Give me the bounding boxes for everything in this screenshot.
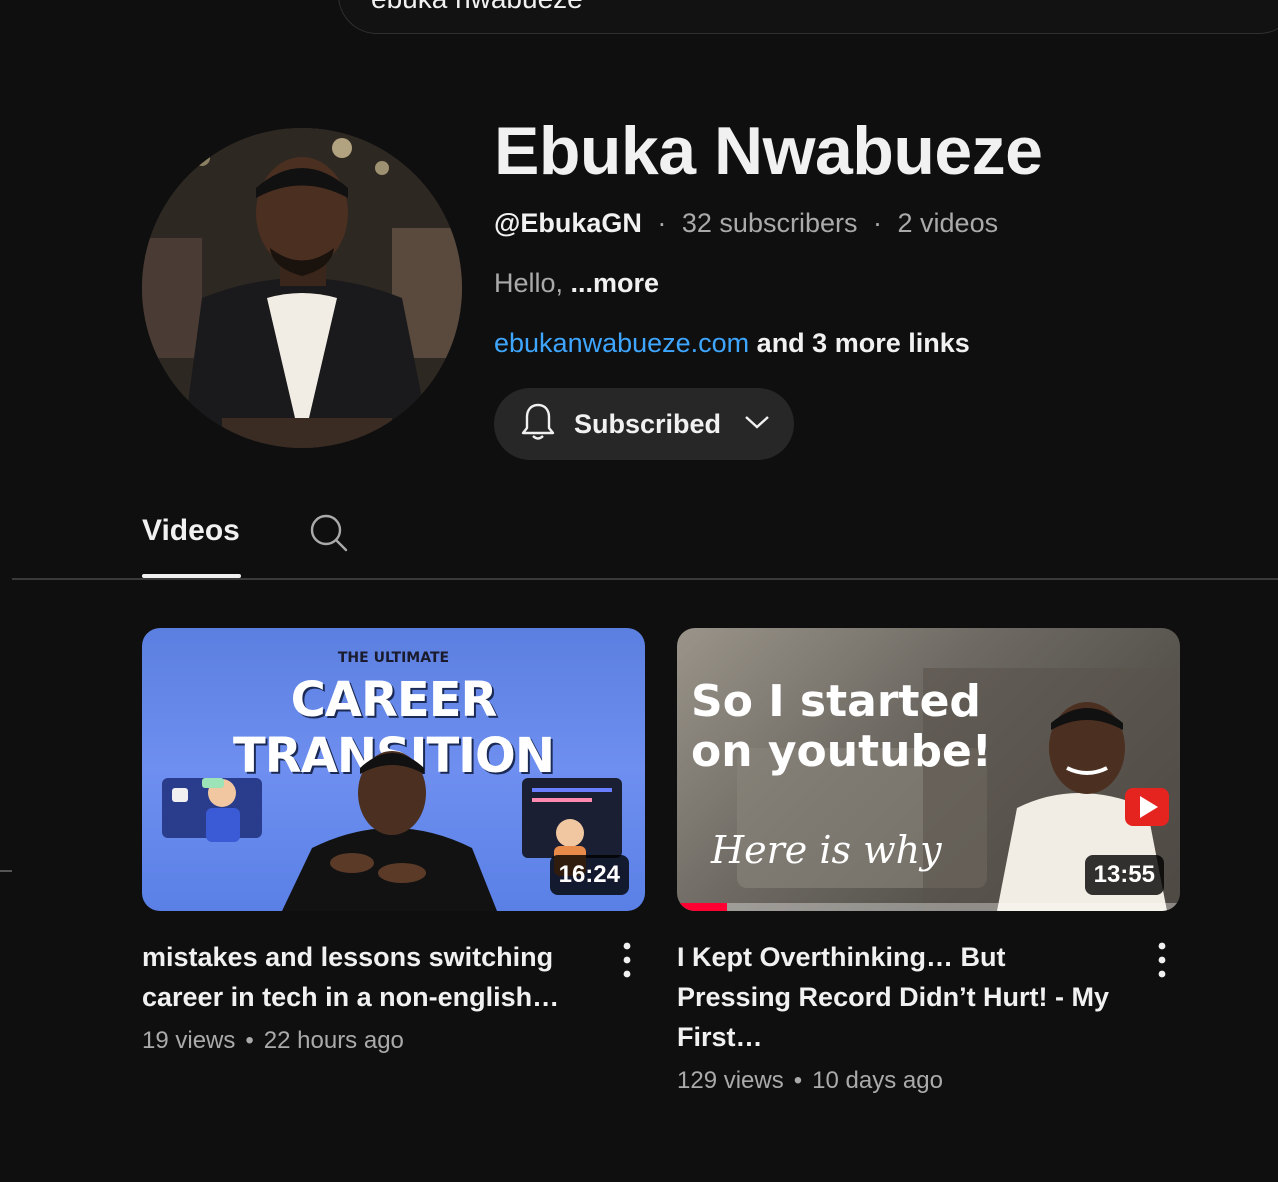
chevron-down-icon bbox=[743, 413, 771, 436]
search-input[interactable]: ebuka nwabueze bbox=[371, 0, 583, 15]
upload-age: 22 hours ago bbox=[263, 1027, 404, 1054]
more-options-icon[interactable] bbox=[615, 940, 639, 980]
stats-separator: • bbox=[245, 1027, 254, 1054]
channel-avatar[interactable] bbox=[142, 128, 462, 448]
avatar-photo bbox=[142, 128, 462, 448]
view-count: 129 views bbox=[677, 1067, 784, 1094]
video-thumbnail[interactable]: So I started on youtube! Here is why 13:… bbox=[677, 628, 1180, 911]
upload-age: 10 days ago bbox=[812, 1067, 943, 1094]
watch-progress-track bbox=[677, 903, 1180, 911]
thumbnail-line-1: So I started bbox=[691, 676, 981, 727]
video-stats: 129 views • 10 days ago bbox=[677, 1067, 1180, 1095]
video-count: 2 videos bbox=[897, 208, 999, 238]
subscribed-button[interactable]: Subscribed bbox=[494, 388, 794, 460]
meta-separator: · bbox=[657, 208, 667, 238]
channel-handle: @EbukaGN bbox=[494, 208, 642, 238]
bell-icon bbox=[520, 402, 556, 447]
stats-separator: • bbox=[793, 1067, 803, 1094]
tab-videos[interactable]: Videos bbox=[142, 514, 240, 548]
channel-website-link[interactable]: ebukanwabueze.com bbox=[494, 328, 749, 358]
channel-page: ebuka nwabueze Ebuka Nwabueze @EbukaGN ·… bbox=[0, 0, 1278, 1182]
video-stats: 19 views • 22 hours ago bbox=[142, 1027, 645, 1055]
description-more-link[interactable]: ...more bbox=[571, 268, 660, 298]
video-title[interactable]: mistakes and lessons switching career in… bbox=[142, 937, 582, 1017]
scroll-marker bbox=[0, 870, 12, 872]
video-duration: 16:24 bbox=[549, 855, 629, 895]
watch-progress-bar bbox=[677, 903, 728, 911]
channel-description[interactable]: Hello, ...more bbox=[494, 268, 659, 299]
subscriber-count: 32 subscribers bbox=[681, 208, 858, 238]
video-title[interactable]: I Kept Overthinking… But Pressing Record… bbox=[677, 937, 1117, 1057]
channel-meta: @EbukaGN · 32 subscribers · 2 videos bbox=[494, 208, 998, 239]
search-icon[interactable] bbox=[308, 512, 350, 559]
meta-separator: · bbox=[873, 208, 882, 238]
video-duration: 13:55 bbox=[1084, 855, 1164, 895]
video-card[interactable]: THE ULTIMATE CAREER TRANSITION 16:24 bbox=[142, 628, 645, 1055]
description-text: Hello, bbox=[494, 268, 571, 298]
tabs-divider bbox=[12, 578, 1278, 580]
video-card[interactable]: So I started on youtube! Here is why 13:… bbox=[677, 628, 1180, 1095]
search-box[interactable]: ebuka nwabueze bbox=[338, 0, 1278, 34]
view-count: 19 views bbox=[142, 1027, 236, 1054]
thumbnail-line-2: on youtube! bbox=[691, 726, 992, 777]
more-options-icon[interactable] bbox=[1150, 940, 1174, 980]
channel-name: Ebuka Nwabueze bbox=[494, 113, 1043, 189]
thumbnail-script: Here is why bbox=[711, 828, 942, 872]
video-thumbnail[interactable]: THE ULTIMATE CAREER TRANSITION 16:24 bbox=[142, 628, 645, 911]
subscribed-label: Subscribed bbox=[574, 408, 722, 439]
channel-tabs: Videos bbox=[0, 490, 1278, 580]
channel-links: ebukanwabueze.com and 3 more links bbox=[494, 328, 970, 359]
more-links-button[interactable]: and 3 more links bbox=[749, 328, 970, 358]
